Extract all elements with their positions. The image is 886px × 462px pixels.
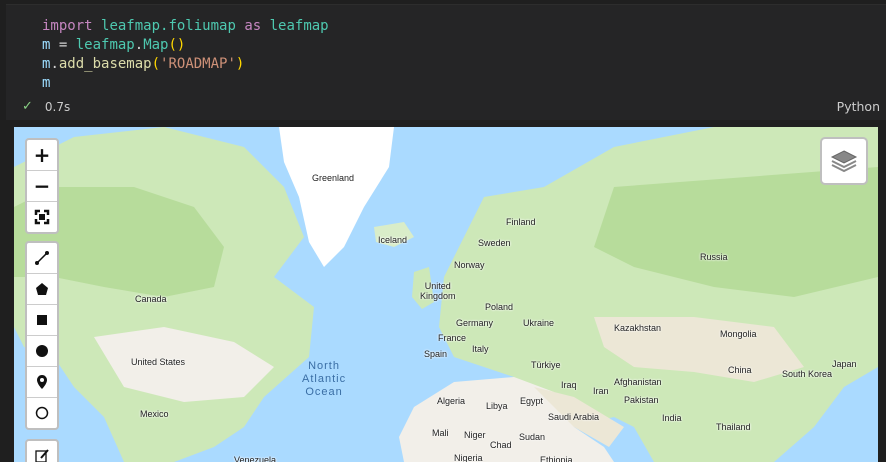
map-label: China <box>728 365 752 375</box>
fullscreen-button[interactable] <box>27 202 57 232</box>
layers-icon <box>830 150 858 173</box>
map-label: Egypt <box>520 396 544 406</box>
map-label: Nigeria <box>454 453 483 462</box>
draw-polygon-button[interactable] <box>27 274 57 305</box>
map-label: Poland <box>485 302 514 312</box>
map-label: United Kingdom <box>420 281 456 301</box>
map-output[interactable]: + − Greenland Iceland Finland Sweden Norway R… <box>14 127 878 462</box>
map-label: Japan <box>832 359 857 369</box>
execution-status: ✓ 0.7s <box>22 99 70 114</box>
draw-rectangle-button[interactable] <box>27 305 57 336</box>
map-label: Pakistan <box>624 395 659 405</box>
map-label: Saudi Arabia <box>548 412 600 422</box>
map-label: Kazakhstan <box>614 323 662 333</box>
map-label: Ukraine <box>523 318 555 328</box>
marker-icon <box>37 375 47 389</box>
map-label: Sudan <box>519 432 546 442</box>
map-label: United States <box>131 357 186 367</box>
draw-polyline-button[interactable] <box>27 243 57 274</box>
polygon-icon <box>36 283 48 295</box>
map-label: Finland <box>506 217 536 227</box>
ocean-label: North Atlantic Ocean <box>302 360 347 398</box>
map-label: Mexico <box>140 409 169 419</box>
map-label: Ethiopia <box>540 455 573 462</box>
code-editor[interactable]: import leafmap.foliumap as leafmap m = l… <box>42 17 329 93</box>
code-line-3: m.add_basemap('ROADMAP') <box>42 56 245 72</box>
map-label: Thailand <box>716 422 751 432</box>
zoom-control: + − <box>25 138 59 234</box>
map-label: Germany <box>456 318 494 328</box>
map-label: Greenland <box>312 173 355 183</box>
edit-layers-button[interactable] <box>27 441 57 462</box>
map-label: Italy <box>472 344 489 354</box>
map-label: Iceland <box>378 235 408 245</box>
map-label: Norway <box>454 260 485 270</box>
map-label: Iran <box>593 386 609 396</box>
map-label: Niger <box>464 430 486 440</box>
map-label: Sweden <box>478 238 511 248</box>
edit-toolbar <box>25 439 59 462</box>
map-label: Chad <box>490 440 512 450</box>
map-label: Algeria <box>437 396 466 406</box>
draw-circlemarker-button[interactable] <box>27 398 57 428</box>
map-label: India <box>662 413 682 423</box>
edit-icon <box>35 449 49 462</box>
draw-marker-button[interactable] <box>27 367 57 398</box>
code-line-1: import leafmap.foliumap as leafmap <box>42 18 329 34</box>
rectangle-icon <box>37 315 47 325</box>
layers-control[interactable] <box>820 137 868 185</box>
code-line-2: m = leafmap.Map() <box>42 37 186 53</box>
map-label: Mali <box>432 428 449 438</box>
execution-time: 0.7s <box>44 99 71 114</box>
polyline-icon <box>35 251 49 265</box>
check-icon: ✓ <box>22 99 33 114</box>
map-label: France <box>438 333 467 343</box>
map-label: Iraq <box>561 380 577 390</box>
map-label: Canada <box>135 294 167 304</box>
map-label: Mongolia <box>720 329 757 339</box>
fullscreen-icon <box>34 209 50 225</box>
map-label: Libya <box>486 401 508 411</box>
map-label: Türkiye <box>531 360 561 370</box>
map-label: South Korea <box>782 369 833 379</box>
code-line-4: m <box>42 75 51 91</box>
draw-circle-button[interactable] <box>27 336 57 367</box>
circlemarker-icon <box>35 406 49 420</box>
zoom-in-button[interactable]: + <box>27 140 57 171</box>
draw-toolbar <box>25 241 59 430</box>
map-label: Afghanistan <box>614 377 662 387</box>
zoom-out-button[interactable]: − <box>27 171 57 202</box>
map-label: Russia <box>700 252 728 262</box>
code-cell[interactable]: import leafmap.foliumap as leafmap m = l… <box>6 4 886 120</box>
map-label: Spain <box>424 349 448 359</box>
language-label[interactable]: Python <box>837 99 880 114</box>
map-label: Venezuela <box>234 455 277 462</box>
circle-icon <box>36 345 48 357</box>
